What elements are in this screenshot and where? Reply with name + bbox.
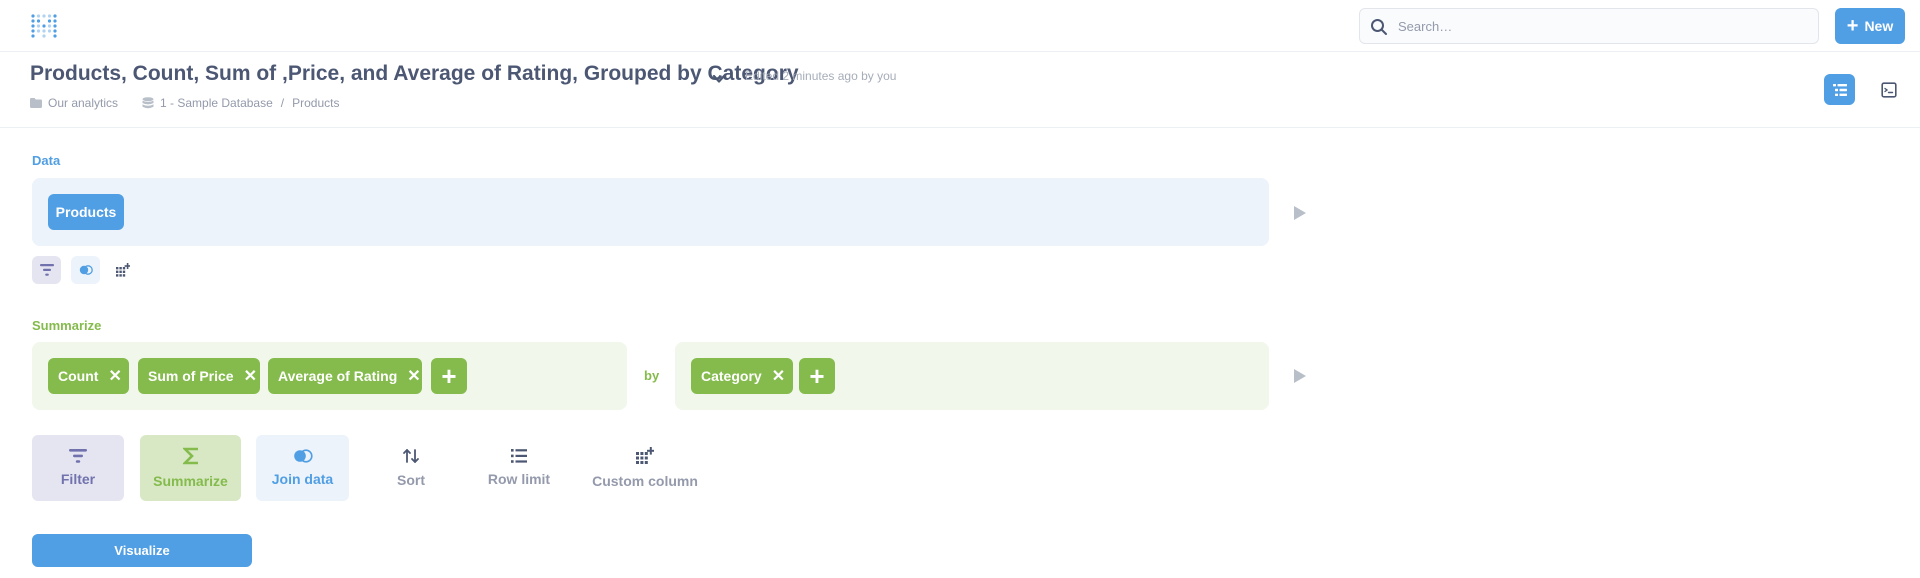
metric-pill-count[interactable]: Count ✕ (48, 358, 129, 394)
metric-label: Average of Rating (278, 368, 398, 384)
new-button[interactable]: + New (1835, 8, 1905, 44)
filter-action-button[interactable]: Filter (32, 435, 124, 501)
metric-label: Count (58, 368, 99, 384)
filter-step-button[interactable] (32, 256, 61, 284)
breakout-label: Category (701, 368, 762, 384)
filter-icon (39, 264, 54, 276)
breadcrumb-database[interactable]: 1 - Sample Database (160, 96, 273, 110)
console-icon (1880, 81, 1897, 98)
sql-view-toggle-button[interactable] (1873, 74, 1904, 105)
database-icon (142, 97, 154, 109)
sigma-icon (182, 447, 198, 465)
chevron-down-icon[interactable] (712, 72, 726, 86)
custom-column-action-label: Custom column (592, 473, 698, 489)
question-header: Products, Count, Sum of ,Price, and Aver… (0, 52, 1920, 128)
close-icon[interactable]: ✕ (407, 366, 420, 386)
data-step-container: Products (32, 178, 1269, 246)
row-limit-action-label: Row limit (487, 471, 551, 487)
custom-column-icon (636, 447, 654, 464)
play-icon[interactable] (1293, 205, 1307, 221)
metric-label: Sum of Price (148, 368, 234, 384)
sort-action-button[interactable]: Sort (365, 435, 457, 501)
custom-column-step-button[interactable] (108, 256, 137, 284)
close-icon[interactable]: ✕ (772, 366, 785, 386)
summarize-action-label: Summarize (153, 473, 228, 489)
join-data-action-label: Join data (271, 471, 334, 487)
join-step-button[interactable] (71, 256, 100, 284)
metric-pill-average-of-rating[interactable]: Average of Rating ✕ (268, 358, 422, 394)
notebook-icon (1832, 83, 1847, 96)
plus-icon: + (1846, 15, 1859, 37)
summarize-step-label: Summarize (32, 318, 102, 333)
sort-action-label: Sort (397, 472, 425, 488)
group-by-label: by (644, 368, 660, 383)
page-title[interactable]: Products, Count, Sum of ,Price, and Aver… (30, 62, 799, 86)
sort-icon (403, 449, 419, 463)
close-icon[interactable]: ✕ (108, 366, 121, 386)
visualize-button[interactable]: Visualize (32, 534, 252, 567)
custom-column-action-button[interactable]: Custom column (585, 435, 705, 501)
search-input[interactable] (1398, 9, 1808, 43)
notebook-editor-toggle-button[interactable] (1824, 74, 1855, 105)
plus-icon: + (809, 360, 825, 391)
join-data-action-button[interactable]: Join data (256, 435, 349, 501)
filter-icon (69, 449, 87, 463)
metric-pill-sum-of-price[interactable]: Sum of Price ✕ (138, 358, 260, 394)
last-edited-info[interactable]: Edited 2 minutes ago by you (745, 69, 896, 83)
row-limit-action-button[interactable]: Row limit (474, 435, 564, 501)
close-icon[interactable]: ✕ (244, 366, 257, 386)
join-icon (79, 265, 93, 275)
list-icon (511, 449, 527, 463)
breadcrumb-collection[interactable]: Our analytics (48, 96, 118, 110)
plus-icon: + (441, 360, 457, 391)
data-source-pill[interactable]: Products (48, 194, 124, 230)
add-breakout-button[interactable]: + (799, 358, 835, 394)
breakouts-container: Category ✕ + (675, 342, 1269, 410)
metrics-container: Count ✕ Sum of Price ✕ Average of Rating… (32, 342, 627, 410)
breadcrumb-table[interactable]: Products (292, 96, 339, 110)
folder-icon (30, 98, 42, 108)
new-button-label: New (1864, 18, 1894, 34)
breakout-pill-category[interactable]: Category ✕ (691, 358, 793, 394)
search-bar[interactable] (1359, 8, 1819, 44)
metabase-logo-icon[interactable] (30, 12, 58, 40)
play-icon[interactable] (1293, 368, 1307, 384)
data-step-label: Data (32, 153, 61, 168)
breadcrumb: Our analytics 1 - Sample Database / Prod… (30, 96, 339, 110)
summarize-action-button[interactable]: Summarize (140, 435, 241, 501)
join-icon (293, 449, 313, 463)
filter-action-label: Filter (60, 471, 96, 487)
custom-column-icon (115, 263, 130, 277)
add-metric-button[interactable]: + (431, 358, 467, 394)
top-nav-bar: + New (0, 0, 1920, 52)
breadcrumb-separator: / (280, 96, 285, 110)
search-icon (1371, 19, 1387, 35)
